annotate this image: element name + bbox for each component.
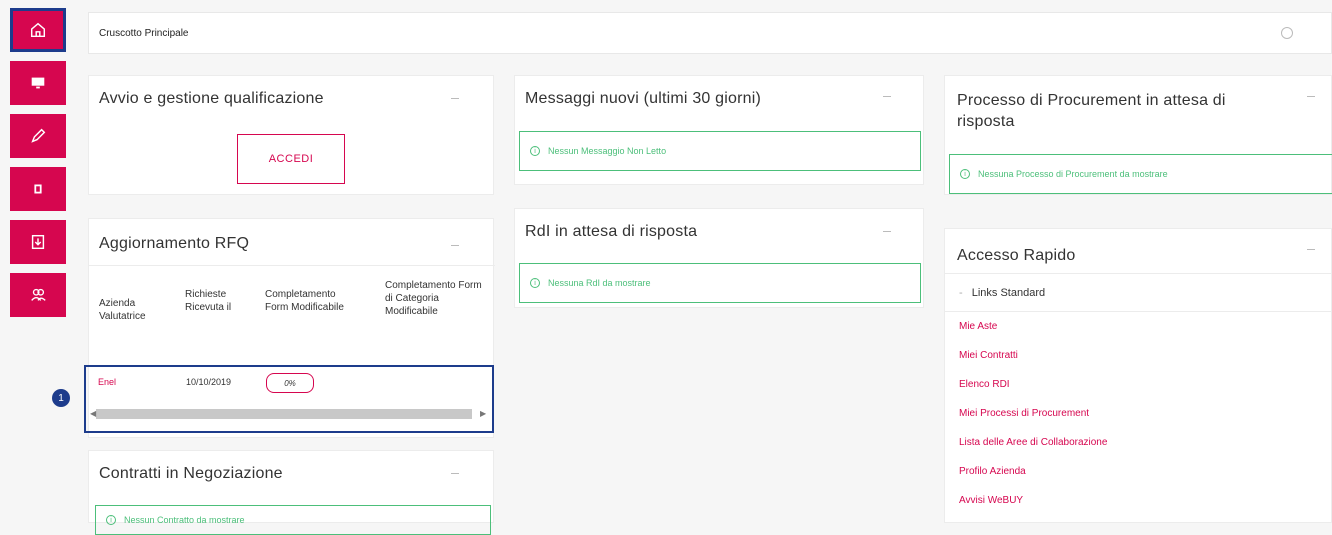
collapse-icon[interactable] [883,96,891,97]
column-header: Richieste Ricevuta il [185,289,232,313]
empty-state: i Nessun Contratto da mostrare [95,505,491,535]
column-header: Completamento Form Modificabile [265,289,344,313]
quick-link[interactable]: Avvisi WeBUY [959,495,1023,506]
card-title: RdI in attesa di risposta [525,223,698,240]
card-accesso-rapido: Accesso Rapido - Links Standard Mie Aste… [944,228,1332,523]
quick-link[interactable]: Elenco RDI [959,379,1010,390]
empty-state-text: Nessuna Processo di Procurement da mostr… [978,169,1168,179]
card-title: Aggiornamento RFQ [99,235,250,252]
sidebar-monitor-button[interactable] [10,61,66,105]
completion-badge: 0% [266,373,314,393]
collapse-icon[interactable] [1307,249,1315,250]
section-label: Links Standard [971,287,1046,299]
empty-state-text: Nessun Messaggio Non Letto [548,146,667,156]
collapse-icon[interactable] [451,245,459,246]
divider [945,311,1332,312]
home-icon [30,22,46,38]
card-rdi: RdI in attesa di risposta i Nessuna RdI … [514,208,924,308]
quick-link[interactable]: Profilo Azienda [959,466,1026,477]
accedi-button[interactable]: ACCEDI [237,134,345,184]
card-procurement: Processo di Procurement in attesa di ris… [944,75,1332,195]
sidebar-documents-button[interactable] [10,167,66,211]
table-cell-company[interactable]: Enel [98,377,116,387]
divider [945,273,1332,274]
info-icon: i [530,146,540,156]
column-header: Completamento Form di Categoria Modifica… [385,280,482,317]
column-header: Azienda Valutatrice [99,298,146,322]
card-title: Accesso Rapido [957,247,1076,264]
card-title: Messaggi nuovi (ultimi 30 giorni) [525,90,762,107]
info-icon: i [530,278,540,288]
card-qualificazione: Avvio e gestione qualificazione ACCEDI [88,75,494,195]
empty-state-text: Nessun Contratto da mostrare [124,515,245,525]
step-callout: 1 [52,389,70,407]
collapse-icon[interactable] [883,231,891,232]
rfq-row-highlight: Enel 10/10/2019 0% ◀ ▶ [84,365,494,433]
monitor-icon [31,77,45,89]
pencil-icon [31,128,46,143]
collapse-icon[interactable] [451,98,459,99]
empty-state-text: Nessuna RdI da mostrare [548,278,651,288]
sidebar-download-button[interactable] [10,220,66,264]
info-icon: i [960,169,970,179]
sidebar-edit-button[interactable] [10,114,66,158]
divider [89,265,495,266]
empty-state: i Nessuna RdI da mostrare [519,263,921,303]
horizontal-scrollbar[interactable] [96,409,472,419]
gear-icon[interactable] [1281,27,1293,39]
collapse-icon[interactable] [451,473,459,474]
quick-link[interactable]: Miei Contratti [959,350,1018,361]
quick-link[interactable]: Mie Aste [959,321,997,332]
quick-link[interactable]: Lista delle Aree di Collaborazione [959,437,1107,448]
dashboard-header: Cruscotto Principale [88,12,1332,54]
sidebar [10,8,66,326]
card-contratti: Contratti in Negoziazione i Nessun Contr… [88,450,494,535]
card-messaggi: Messaggi nuovi (ultimi 30 giorni) i Ness… [514,75,924,185]
sidebar-users-button[interactable] [10,273,66,317]
table-cell-date: 10/10/2019 [186,377,232,387]
minus-icon: - [959,287,963,299]
scroll-left-icon[interactable]: ◀ [90,409,96,418]
card-title: Avvio e gestione qualificazione [99,90,324,107]
card-title: Contratti in Negoziazione [99,465,283,482]
document-icon [34,184,42,194]
empty-state: i Nessuna Processo di Procurement da mos… [949,154,1332,194]
links-section-toggle[interactable]: - Links Standard [959,287,1045,299]
quick-link[interactable]: Miei Processi di Procurement [959,408,1089,419]
scroll-right-icon[interactable]: ▶ [480,409,486,418]
users-icon [31,288,46,301]
info-icon: i [106,515,116,525]
card-title: Processo di Procurement in attesa di ris… [957,92,1226,130]
download-icon [31,234,45,250]
collapse-icon[interactable] [1307,96,1315,97]
sidebar-home-button[interactable] [10,8,66,52]
empty-state: i Nessun Messaggio Non Letto [519,131,921,171]
page-title: Cruscotto Principale [99,27,189,39]
